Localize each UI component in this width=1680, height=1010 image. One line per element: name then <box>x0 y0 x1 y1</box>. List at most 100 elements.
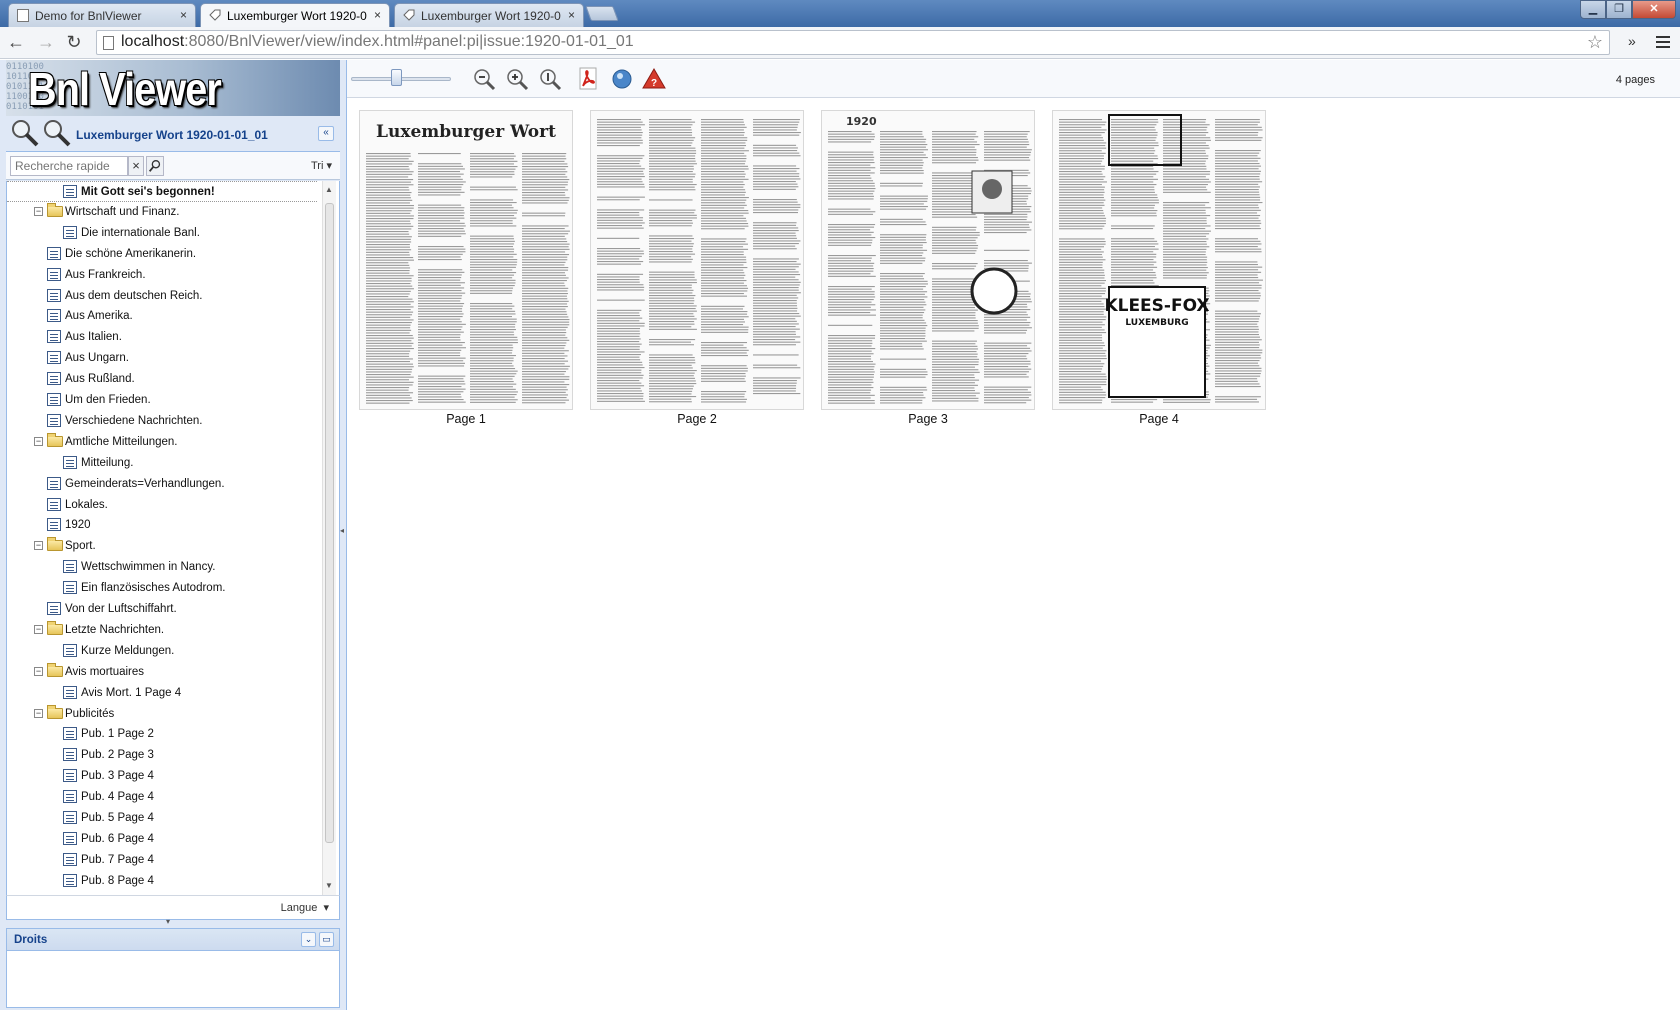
url-text[interactable]: localhost:8080/BnlViewer/view/index.html… <box>121 33 634 51</box>
zoom-in-icon[interactable] <box>504 66 530 92</box>
tree-item-label: 1920 <box>65 519 91 532</box>
tree-scrollbar[interactable]: ▲ ▼ <box>322 181 336 895</box>
language-dropdown[interactable]: Langue ▾ <box>281 901 329 914</box>
tree-folder[interactable]: − Publicités <box>7 704 317 725</box>
tree-item-label: Die schöne Amerikanerin. <box>65 247 197 260</box>
collapse-panel-button[interactable]: « <box>318 126 334 141</box>
tree-item[interactable]: Verschiedene Nachrichten. <box>7 411 317 432</box>
maximize-panel-icon[interactable]: ▭ <box>319 932 334 947</box>
expand-down-icon[interactable]: ⌄ <box>301 932 316 947</box>
horizontal-splitter[interactable]: ▾ <box>6 917 340 928</box>
zoom-slider-thumb[interactable] <box>391 69 402 86</box>
tree-item[interactable]: Aus Italien. <box>7 327 317 348</box>
tree-folder[interactable]: − Amtliche Mitteilungen. <box>7 432 317 453</box>
globe-icon[interactable] <box>609 66 635 92</box>
page-thumbnail[interactable]: 1920 Page 3 <box>821 110 1035 426</box>
tree-item[interactable]: Pub. 5 Page 4 <box>7 808 317 829</box>
tab-close-icon[interactable]: × <box>568 8 575 22</box>
tree-item[interactable]: Die schöne Amerikanerin. <box>7 244 317 265</box>
newspaper-page-image[interactable] <box>590 110 804 410</box>
zoom-out-icon[interactable] <box>471 66 497 92</box>
tab-issue[interactable]: Luxemburger Wort 1920-0 × <box>394 3 584 27</box>
tree-item[interactable]: Aus Frankreich. <box>7 265 317 286</box>
tree-item[interactable]: Aus Amerika. <box>7 306 317 327</box>
tree-item-label: Lokales. <box>65 498 108 511</box>
tree-item-label: Pub. 2 Page 3 <box>81 749 154 762</box>
browser-menu-icon[interactable] <box>1656 36 1670 51</box>
sort-dropdown[interactable]: Tri ▾ <box>311 159 332 172</box>
tree-folder[interactable]: − Letzte Nachrichten. <box>7 620 317 641</box>
tree-item[interactable]: Ein flanzösisches Autodrom. <box>7 578 317 599</box>
tab-close-icon[interactable]: × <box>374 8 381 22</box>
collapse-toggle-icon[interactable]: − <box>34 541 43 551</box>
tree-item[interactable]: Mit Gott sei's begonnen! <box>7 181 317 202</box>
collapse-toggle-icon[interactable]: − <box>34 206 43 216</box>
tree-item[interactable]: Pub. 6 Page 4 <box>7 829 317 850</box>
tree-item-label: Avis mortuaires <box>65 665 145 678</box>
new-tab-button[interactable] <box>585 6 619 21</box>
tree-item[interactable]: Mitteilung. <box>7 453 317 474</box>
tree-item[interactable]: 1920 <box>7 515 317 536</box>
page-thumbnail[interactable]: Page 2 <box>590 110 804 426</box>
article-icon <box>63 727 77 741</box>
page-thumbnail[interactable]: Luxemburger Wort Page 1 <box>359 110 573 426</box>
back-button[interactable]: ← <box>4 31 28 55</box>
address-bar[interactable]: localhost:8080/BnlViewer/view/index.html… <box>96 30 1610 55</box>
tree-item[interactable]: Pub. 3 Page 4 <box>7 766 317 787</box>
tree-item[interactable]: Aus Ungarn. <box>7 348 317 369</box>
page-label[interactable]: Page 4 <box>1052 412 1266 426</box>
tree-item[interactable]: Pub. 2 Page 3 <box>7 745 317 766</box>
page-label[interactable]: Page 1 <box>359 412 573 426</box>
zoom-actual-size-icon[interactable] <box>537 66 563 92</box>
tree-item[interactable]: Die internationale Banl. <box>7 223 317 244</box>
extensions-chevron-icon[interactable]: » <box>1628 33 1636 49</box>
tree-item-label: Wettschwimmen in Nancy. <box>81 561 216 574</box>
scroll-down-icon[interactable]: ▼ <box>325 881 333 890</box>
page-thumbnail[interactable]: KLEES-FOX LUXEMBURG Page 4 <box>1052 110 1266 426</box>
quick-search-input[interactable] <box>10 156 128 176</box>
tree-item[interactable]: Gemeinderats=Verhandlungen. <box>7 474 317 495</box>
page-thumbnails: Luxemburger Wort Page 1 Page 2 1920 Page 3 KL… <box>347 98 1680 1010</box>
reload-button[interactable]: ↻ <box>62 31 86 55</box>
tree-item[interactable]: Pub. 1 Page 2 <box>7 724 317 745</box>
tree-item[interactable]: Um den Frieden. <box>7 390 317 411</box>
search-icon[interactable] <box>146 156 164 176</box>
forward-button[interactable]: → <box>34 31 58 55</box>
tab-demo[interactable]: Demo for BnlViewer × <box>8 3 196 27</box>
bookmark-star-icon[interactable]: ☆ <box>1587 32 1603 53</box>
tree-item[interactable]: Lokales. <box>7 495 317 516</box>
page-label[interactable]: Page 3 <box>821 412 1035 426</box>
tree-item[interactable]: Wettschwimmen in Nancy. <box>7 557 317 578</box>
tree-item[interactable]: Kurze Meldungen. <box>7 641 317 662</box>
close-window-button[interactable]: ✕ <box>1632 0 1676 19</box>
tree-folder[interactable]: − Avis mortuaires <box>7 662 317 683</box>
newspaper-page-image[interactable]: Luxemburger Wort <box>359 110 573 410</box>
newspaper-page-image[interactable]: 1920 <box>821 110 1035 410</box>
tree-folder[interactable]: − Sport. <box>7 536 317 557</box>
tree-item[interactable]: Avis Mort. 1 Page 4 <box>7 683 317 704</box>
tree-item-label: Amtliche Mitteilungen. <box>65 435 178 448</box>
pdf-export-icon[interactable] <box>575 66 601 92</box>
maximize-button[interactable]: ❐ <box>1606 0 1632 19</box>
tree-item-label: Von der Luftschiffahrt. <box>65 603 177 615</box>
scroll-up-icon[interactable]: ▲ <box>325 185 333 194</box>
collapse-toggle-icon[interactable]: − <box>34 624 43 634</box>
collapse-toggle-icon[interactable]: − <box>34 708 43 718</box>
tab-issue-active[interactable]: Luxemburger Wort 1920-0 × <box>200 3 390 27</box>
tree-item[interactable]: Pub. 7 Page 4 <box>7 850 317 871</box>
tree-item[interactable]: Pub. 4 Page 4 <box>7 787 317 808</box>
minimize-button[interactable]: ▁ <box>1580 0 1606 19</box>
collapse-toggle-icon[interactable]: − <box>34 666 43 676</box>
tab-close-icon[interactable]: × <box>180 8 187 22</box>
newspaper-page-image[interactable]: KLEES-FOX LUXEMBURG <box>1052 110 1266 410</box>
tree-item[interactable]: Aus dem deutschen Reich. <box>7 286 317 307</box>
tree-item[interactable]: Von der Luftschiffahrt. <box>7 599 317 620</box>
collapse-toggle-icon[interactable]: − <box>34 436 43 446</box>
warning-icon[interactable]: ? <box>641 66 667 92</box>
tree-folder[interactable]: − Wirtschaft und Finanz. <box>7 202 317 223</box>
tree-item[interactable]: Pub. 8 Page 4 <box>7 871 317 892</box>
page-label[interactable]: Page 2 <box>590 412 804 426</box>
clear-search-button[interactable]: × <box>128 156 144 176</box>
tree-item[interactable]: Aus Rußland. <box>7 369 317 390</box>
scrollbar-thumb[interactable] <box>325 203 334 843</box>
